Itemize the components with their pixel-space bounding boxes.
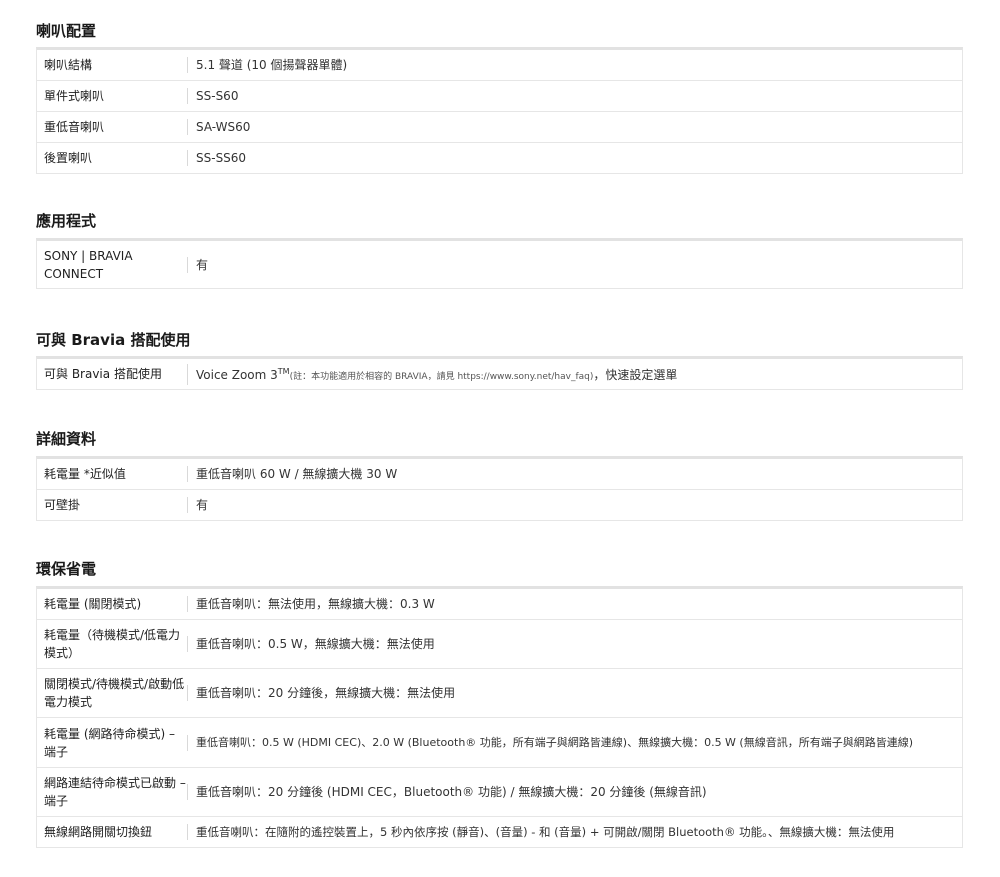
table-row: 耗電量（待機模式/低電力模式） 重低音喇叭：0.5 W，無線擴大機：無法使用	[37, 620, 962, 669]
table-row: 耗電量 *近似值 重低音喇叭 60 W / 無線擴大機 30 W	[37, 459, 962, 490]
spec-table: SONY | BRAVIA CONNECT 有	[36, 238, 963, 289]
row-label: 後置喇叭	[44, 151, 93, 165]
spec-table: 耗電量 *近似值 重低音喇叭 60 W / 無線擴大機 30 W 可壁掛 有	[36, 456, 963, 521]
row-label: 可壁掛	[44, 498, 81, 512]
spec-table: 耗電量 (關閉模式) 重低音喇叭：無法使用，無線擴大機：0.3 W 耗電量（待機…	[36, 586, 963, 848]
section-speaker-config: 喇叭配置 喇叭結構 5.1 聲道 (10 個揚聲器單體) 單件式喇叭 SS-S6…	[36, 20, 963, 174]
table-row: 可與 Bravia 搭配使用 Voice Zoom 3TM(註：本功能適用於相容…	[37, 359, 962, 390]
feature-note: (註：本功能適用於相容的 BRAVIA，請見 https://www.sony.…	[289, 371, 594, 382]
section-bravia: 可與 Bravia 搭配使用 可與 Bravia 搭配使用 Voice Zoom…	[36, 329, 963, 390]
spec-table: 喇叭結構 5.1 聲道 (10 個揚聲器單體) 單件式喇叭 SS-S60 重低音…	[36, 47, 963, 174]
row-value: 5.1 聲道 (10 個揚聲器單體)	[187, 57, 962, 73]
table-row: 後置喇叭 SS-SS60	[37, 143, 962, 174]
row-value: SA-WS60	[187, 119, 962, 135]
row-value: 重低音喇叭：無法使用，無線擴大機：0.3 W	[187, 596, 962, 612]
row-value: 重低音喇叭：0.5 W (HDMI CEC)、2.0 W (Bluetooth®…	[187, 734, 962, 751]
table-row: SONY | BRAVIA CONNECT 有	[37, 241, 962, 289]
table-row: 單件式喇叭 SS-S60	[37, 81, 962, 112]
section-title: 可與 Bravia 搭配使用	[36, 331, 191, 349]
table-row: 耗電量 (關閉模式) 重低音喇叭：無法使用，無線擴大機：0.3 W	[37, 589, 962, 620]
row-value: 有	[187, 497, 962, 513]
section-title: 應用程式	[36, 212, 97, 230]
row-label: 耗電量 (網路待命模式) – 端子	[44, 726, 175, 759]
table-row: 耗電量 (網路待命模式) – 端子 重低音喇叭：0.5 W (HDMI CEC)…	[37, 718, 962, 768]
table-row: 無線網路開關切換鈕 重低音喇叭：在隨附的遙控裝置上，5 秒內依序按 (靜音)、(…	[37, 817, 962, 848]
table-row: 喇叭結構 5.1 聲道 (10 個揚聲器單體)	[37, 50, 962, 81]
row-label: 無線網路開關切換鈕	[44, 825, 153, 839]
row-value: 重低音喇叭：在隨附的遙控裝置上，5 秒內依序按 (靜音)、(音量) - 和 (音…	[187, 824, 962, 840]
row-label: 耗電量 (關閉模式)	[44, 597, 142, 611]
row-label: 耗電量 *近似值	[44, 467, 126, 481]
row-value: 重低音喇叭 60 W / 無線擴大機 30 W	[187, 466, 962, 482]
trademark-mark: TM	[277, 366, 290, 376]
section-title: 環保省電	[36, 560, 97, 578]
row-value: SS-SS60	[187, 150, 962, 166]
feature-tail: ，快速設定選單	[593, 367, 678, 382]
section-details: 詳細資料 耗電量 *近似值 重低音喇叭 60 W / 無線擴大機 30 W 可壁…	[36, 428, 963, 521]
table-row: 可壁掛 有	[37, 490, 962, 521]
row-label: 可與 Bravia 搭配使用	[44, 367, 162, 381]
row-value: 重低音喇叭：0.5 W，無線擴大機：無法使用	[187, 636, 962, 652]
section-apps: 應用程式 SONY | BRAVIA CONNECT 有	[36, 210, 963, 289]
feature-name: Voice Zoom 3	[196, 367, 278, 382]
row-label: 網路連結待命模式已啟動 – 端子	[44, 776, 186, 808]
section-title: 詳細資料	[36, 430, 97, 448]
table-row: 網路連結待命模式已啟動 – 端子 重低音喇叭：20 分鐘後 (HDMI CEC，…	[37, 768, 962, 817]
table-row: 關閉模式/待機模式/啟動低電力模式 重低音喇叭：20 分鐘後，無線擴大機：無法使…	[37, 669, 962, 718]
row-label: 關閉模式/待機模式/啟動低電力模式	[44, 677, 185, 709]
row-label: 重低音喇叭	[44, 120, 105, 134]
row-value: 重低音喇叭：20 分鐘後，無線擴大機：無法使用	[187, 685, 962, 701]
row-value: SS-S60	[187, 88, 962, 104]
row-label: 單件式喇叭	[44, 89, 105, 103]
section-eco: 環保省電 耗電量 (關閉模式) 重低音喇叭：無法使用，無線擴大機：0.3 W 耗…	[36, 558, 963, 848]
row-value: 重低音喇叭：20 分鐘後 (HDMI CEC，Bluetooth® 功能) / …	[187, 784, 962, 800]
row-label: SONY | BRAVIA CONNECT	[44, 248, 133, 281]
spec-table: 可與 Bravia 搭配使用 Voice Zoom 3TM(註：本功能適用於相容…	[36, 356, 963, 390]
section-title: 喇叭配置	[36, 22, 97, 40]
table-row: 重低音喇叭 SA-WS60	[37, 112, 962, 143]
row-label: 喇叭結構	[44, 58, 93, 72]
row-value: Voice Zoom 3TM(註：本功能適用於相容的 BRAVIA，請見 htt…	[187, 363, 962, 385]
row-value: 有	[187, 256, 962, 273]
row-label: 耗電量（待機模式/低電力模式）	[44, 628, 181, 660]
